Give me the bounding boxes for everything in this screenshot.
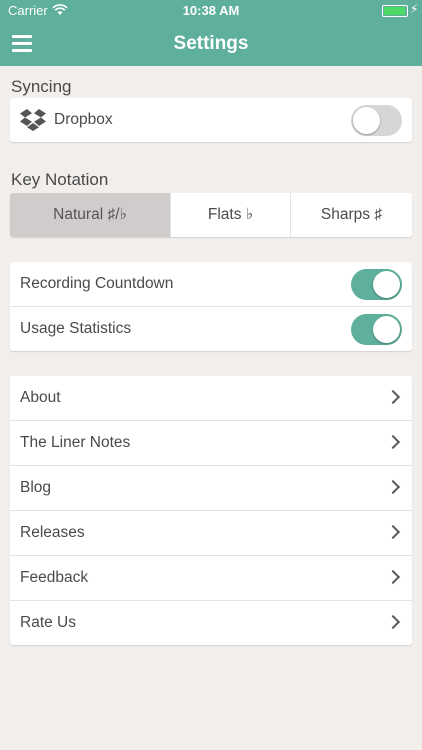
dropbox-label: Dropbox bbox=[54, 111, 113, 128]
link-label: The Liner Notes bbox=[20, 434, 131, 451]
usage-statistics-label: Usage Statistics bbox=[20, 320, 132, 337]
link-about[interactable]: About bbox=[10, 376, 412, 420]
recording-countdown-toggle[interactable] bbox=[351, 269, 402, 300]
toggle-knob bbox=[353, 107, 380, 134]
dropbox-icon bbox=[20, 109, 46, 131]
syncing-section-label: Syncing bbox=[11, 77, 72, 96]
link-label: About bbox=[20, 389, 61, 406]
links-card: About The Liner Notes Blog Releases Feed… bbox=[10, 376, 412, 645]
chevron-right-icon bbox=[385, 434, 401, 450]
toggle-knob bbox=[373, 316, 400, 343]
syncing-card: Dropbox bbox=[10, 98, 412, 142]
app-header: Carrier 10:38 AM ⚡ Settings bbox=[0, 0, 422, 66]
chevron-right-icon bbox=[385, 614, 401, 630]
usage-statistics-toggle[interactable] bbox=[351, 314, 402, 345]
recording-countdown-row[interactable]: Recording Countdown bbox=[10, 262, 412, 306]
link-label: Rate Us bbox=[20, 614, 76, 631]
toggle-knob bbox=[373, 271, 400, 298]
nav-bar: Settings bbox=[0, 22, 422, 66]
segment-natural[interactable]: Natural ♯/♭ bbox=[10, 193, 170, 237]
page-title: Settings bbox=[173, 33, 249, 54]
dropbox-row[interactable]: Dropbox bbox=[10, 98, 412, 142]
link-blog[interactable]: Blog bbox=[10, 465, 412, 510]
recording-countdown-label: Recording Countdown bbox=[20, 275, 174, 292]
link-label: Blog bbox=[20, 479, 52, 496]
key-notation-section-label: Key Notation bbox=[11, 170, 109, 189]
preferences-card: Recording Countdown Usage Statistics bbox=[10, 262, 412, 351]
link-liner-notes[interactable]: The Liner Notes bbox=[10, 420, 412, 465]
chevron-right-icon bbox=[385, 479, 401, 495]
chevron-right-icon bbox=[385, 524, 401, 540]
link-feedback[interactable]: Feedback bbox=[10, 555, 412, 600]
segment-sharps[interactable]: Sharps ♯ bbox=[290, 193, 412, 237]
chevron-right-icon bbox=[385, 389, 401, 405]
link-releases[interactable]: Releases bbox=[10, 510, 412, 555]
segment-flats[interactable]: Flats ♭ bbox=[170, 193, 290, 237]
link-label: Feedback bbox=[20, 569, 89, 586]
dropbox-toggle[interactable] bbox=[351, 105, 402, 136]
status-bar: Carrier 10:38 AM ⚡ bbox=[0, 0, 422, 22]
link-rate-us[interactable]: Rate Us bbox=[10, 600, 412, 645]
chevron-right-icon bbox=[385, 569, 401, 585]
status-time: 10:38 AM bbox=[182, 3, 240, 18]
battery-icon: ⚡ bbox=[382, 2, 418, 17]
link-label: Releases bbox=[20, 524, 85, 541]
usage-statistics-row[interactable]: Usage Statistics bbox=[10, 306, 412, 351]
key-notation-segmented-control: Natural ♯/♭ Flats ♭ Sharps ♯ bbox=[10, 193, 412, 237]
